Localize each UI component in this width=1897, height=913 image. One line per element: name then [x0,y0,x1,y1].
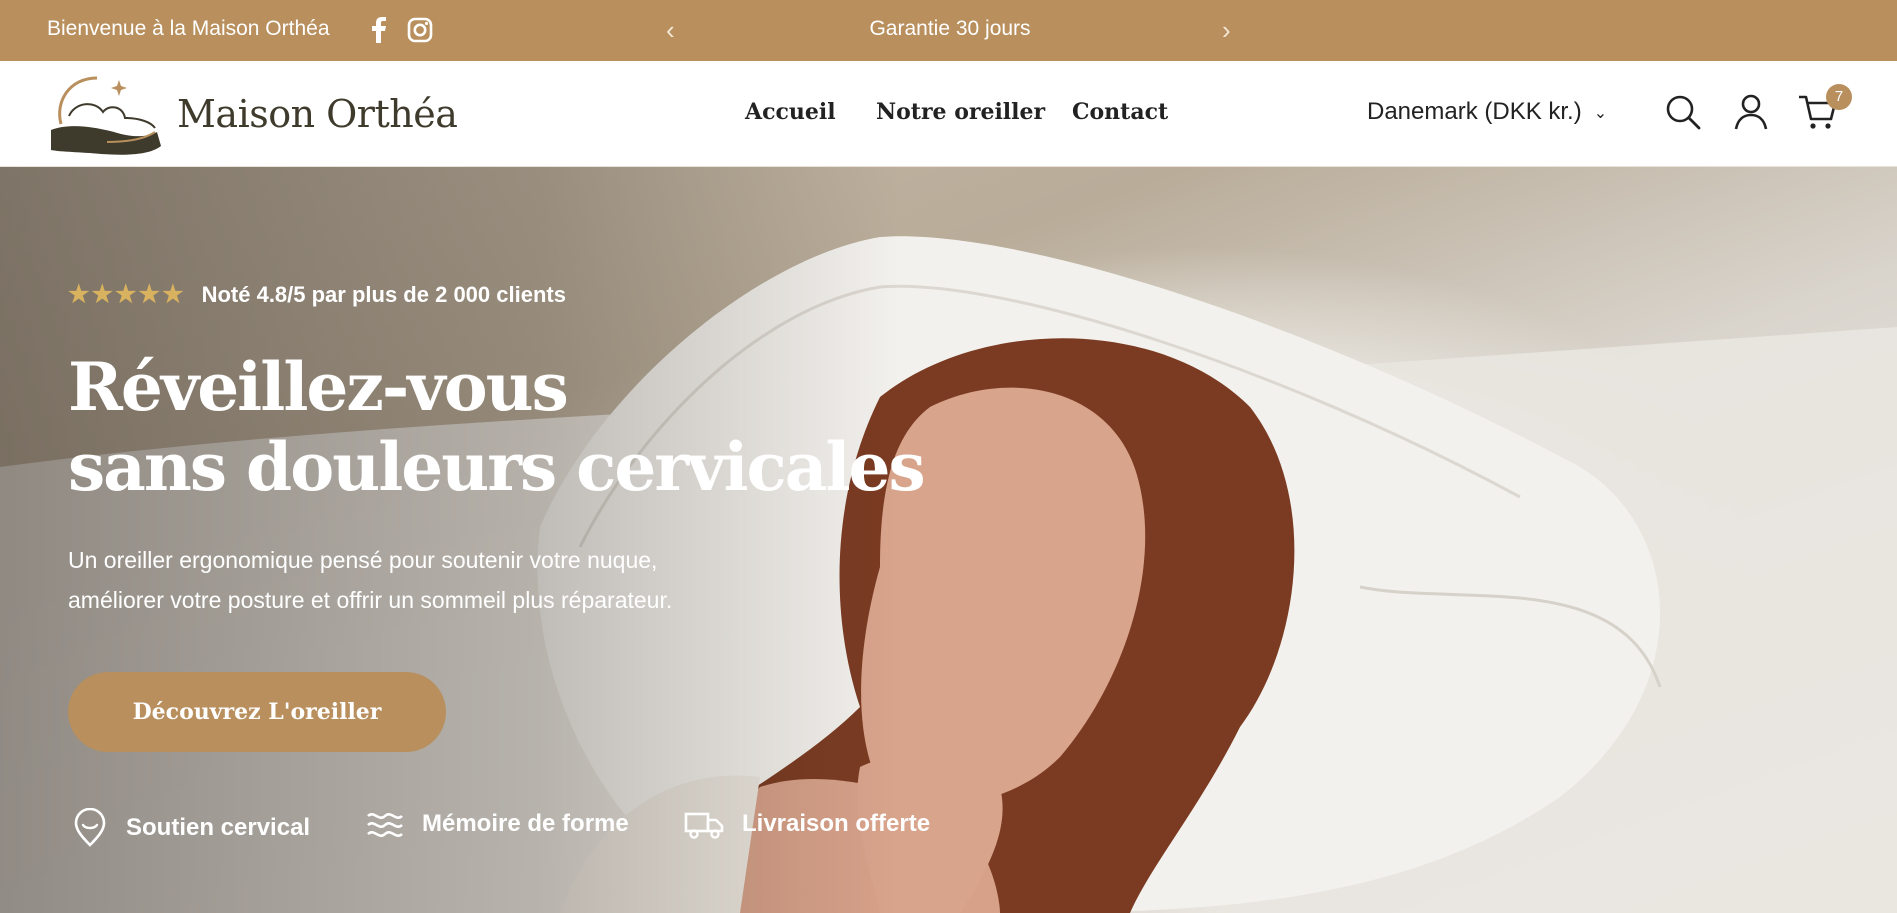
feature-free-shipping: Livraison offerte [684,808,930,840]
rating: ★★★★★ Noté 4.8/5 par plus de 2 000 client… [68,280,566,309]
chevron-right-icon[interactable]: › [1222,15,1231,46]
hero-subtitle: Un oreiller ergonomique pensé pour soute… [68,540,788,620]
cart-count-badge: 7 [1826,84,1852,110]
headline-line-2: sans douleurs cervicales [68,428,926,506]
announcement-bar: Bienvenue à la Maison Orthéa ‹ Garantie … [0,0,1897,61]
location-pin-icon [74,808,106,847]
site-header: Maison Orthéa Accueil Notre oreiller Con… [0,61,1897,167]
feature-label: Soutien cervical [126,814,311,841]
truck-icon [684,812,724,839]
feature-label: Mémoire de forme [422,810,629,837]
feature-memory-foam: Mémoire de forme [366,808,629,840]
discover-pillow-button[interactable]: Découvrez L'oreiller [68,672,446,752]
hero-headline: Réveillez-vous sans douleurs cervicales [68,347,926,507]
rating-text: Noté 4.8/5 par plus de 2 000 clients [201,282,566,307]
facebook-icon[interactable] [364,16,392,44]
nav-notre-oreiller[interactable]: Notre oreiller [876,99,1045,125]
logo[interactable]: Maison Orthéa [47,72,458,158]
currency-selector[interactable]: Danemark (DKK kr.) ⌄ [1367,98,1607,126]
logo-text: Maison Orthéa [177,92,458,136]
feature-label: Livraison offerte [742,810,931,837]
nav-accueil[interactable]: Accueil [745,99,836,125]
promo-message: Garantie 30 jours [869,17,1031,40]
subtitle-line-1: Un oreiller ergonomique pensé pour soute… [68,547,658,573]
rating-stars-icon: ★★★★★ [68,281,186,308]
currency-label: Danemark (DKK kr.) [1367,98,1582,125]
headline-line-1: Réveillez-vous [68,348,569,426]
subtitle-line-2: améliorer votre posture et offrir un som… [68,587,673,613]
logo-mark-icon [51,76,161,155]
instagram-icon[interactable] [406,16,434,44]
search-icon[interactable] [1662,91,1704,133]
nav-contact[interactable]: Contact [1072,99,1168,125]
welcome-text: Bienvenue à la Maison Orthéa [47,17,330,40]
user-icon[interactable] [1730,91,1772,133]
chevron-down-icon: ⌄ [1593,104,1608,122]
waves-icon [367,813,403,837]
feature-cervical-support: Soutien cervical [72,808,310,848]
hero-banner: ★★★★★ Noté 4.8/5 par plus de 2 000 client… [0,167,1897,913]
chevron-left-icon[interactable]: ‹ [666,15,675,46]
